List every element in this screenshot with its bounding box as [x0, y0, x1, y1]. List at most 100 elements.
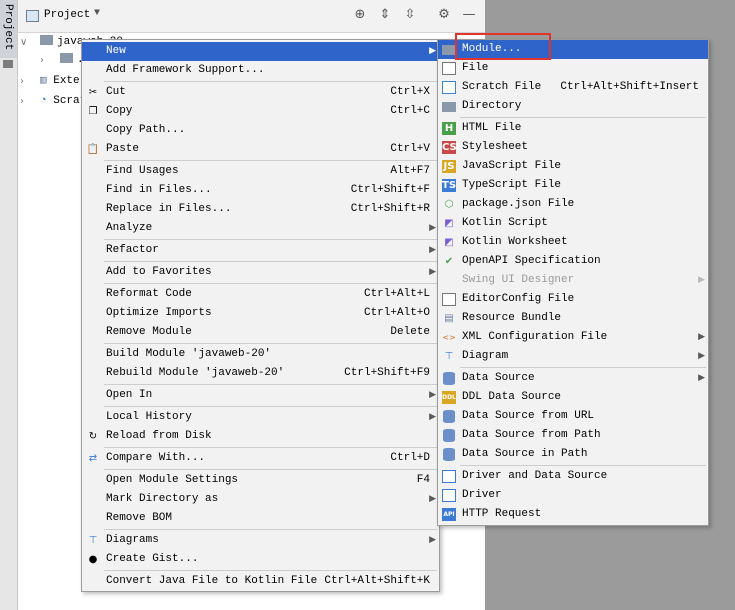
- submenu-item-data-source-from-url[interactable]: Data Source from URL: [438, 407, 708, 426]
- submenu-item-package-json[interactable]: ⬡ package.json File: [438, 195, 708, 214]
- menu-item-label: Remove Module: [106, 326, 192, 338]
- chevron-down-icon[interactable]: ∨: [20, 33, 27, 52]
- menu-item-label: Stylesheet: [462, 141, 529, 153]
- chevron-down-icon[interactable]: ▼: [94, 8, 100, 19]
- expand-all-icon[interactable]: ⇕: [377, 7, 393, 23]
- collapse-all-icon[interactable]: ⇳: [402, 7, 418, 23]
- locate-icon[interactable]: ⊕: [352, 7, 368, 23]
- submenu-item-stylesheet[interactable]: CSS Stylesheet: [438, 138, 708, 157]
- submenu-item-driver-and-data-source[interactable]: Driver and Data Source: [438, 467, 708, 486]
- menu-item-rebuild-module[interactable]: Rebuild Module 'javaweb-20' Ctrl+Shift+F9: [82, 364, 439, 383]
- stylesheet-icon: CSS: [442, 141, 464, 154]
- menu-item-refactor[interactable]: Refactor ▶: [82, 241, 439, 260]
- menu-item-compare-with[interactable]: ⇄ Compare With... Ctrl+D: [82, 449, 439, 468]
- gear-icon[interactable]: ⚙: [436, 7, 452, 23]
- folder-icon: [60, 53, 73, 63]
- submenu-item-kotlin-script[interactable]: ◩ Kotlin Script: [438, 214, 708, 233]
- submenu-item-data-source[interactable]: Data Source ▶: [438, 369, 708, 388]
- submenu-item-html-file[interactable]: H HTML File: [438, 119, 708, 138]
- menu-item-shortcut: Ctrl+Alt+Shift+K: [324, 575, 430, 587]
- project-tool-tab-label: Project: [2, 4, 14, 51]
- menu-item-paste[interactable]: 📋 Paste Ctrl+V: [82, 140, 439, 159]
- menu-separator: [104, 529, 437, 530]
- menu-item-diagrams[interactable]: ⊤ Diagrams ▶: [82, 531, 439, 550]
- menu-item-reformat-code[interactable]: Reformat Code Ctrl+Alt+L: [82, 285, 439, 304]
- submenu-item-http-request[interactable]: API HTTP Request: [438, 505, 708, 524]
- menu-item-shortcut: Ctrl+C: [390, 105, 430, 117]
- submenu-item-kotlin-worksheet[interactable]: ◩ Kotlin Worksheet: [438, 233, 708, 252]
- project-panel-title[interactable]: Project: [44, 9, 90, 21]
- chevron-right-icon[interactable]: ›: [20, 72, 24, 91]
- submenu-item-data-source-from-path[interactable]: Data Source from Path: [438, 426, 708, 445]
- nodejs-icon: ⬡: [444, 199, 454, 210]
- submenu-item-ddl-data-source[interactable]: DDL DDL Data Source: [438, 388, 708, 407]
- menu-item-cut[interactable]: ✂ Cut Ctrl+X: [82, 83, 439, 102]
- menu-item-new[interactable]: New ▶: [82, 42, 439, 61]
- project-panel-header: Project ▼ ⊕ ⇕ ⇳ ⚙ —: [18, 0, 485, 33]
- menu-item-create-gist[interactable]: ● Create Gist...: [82, 550, 439, 569]
- submenu-item-file[interactable]: File: [438, 59, 708, 78]
- menu-item-replace-in-files[interactable]: Replace in Files... Ctrl+Shift+R: [82, 200, 439, 219]
- menu-item-label: Replace in Files...: [106, 203, 232, 215]
- menu-item-remove-bom[interactable]: Remove BOM: [82, 509, 439, 528]
- project-tool-tab[interactable]: Project: [0, 0, 17, 58]
- menu-item-find-usages[interactable]: Find Usages Alt+F7: [82, 162, 439, 181]
- menu-item-label: Driver: [462, 489, 502, 501]
- menu-separator: [460, 367, 706, 368]
- menu-item-open-in[interactable]: Open In ▶: [82, 386, 439, 405]
- menu-item-label: Directory: [462, 100, 522, 112]
- submenu-arrow-icon: ▶: [429, 494, 436, 504]
- menu-item-label: Data Source from URL: [462, 410, 595, 422]
- submenu-arrow-icon: ▶: [698, 332, 705, 342]
- minimize-icon[interactable]: —: [461, 7, 477, 23]
- menu-separator: [460, 465, 706, 466]
- submenu-item-driver[interactable]: Driver: [438, 486, 708, 505]
- menu-item-convert-java-to-kotlin[interactable]: Convert Java File to Kotlin File Ctrl+Alt…: [82, 572, 439, 591]
- menu-item-open-module-settings[interactable]: Open Module Settings F4: [82, 471, 439, 490]
- project-view-icon: [26, 10, 39, 22]
- menu-item-label: Find in Files...: [106, 184, 212, 196]
- submenu-item-xml-config[interactable]: <> XML Configuration File ▶: [438, 328, 708, 347]
- submenu-arrow-icon: ▶: [698, 351, 705, 361]
- menu-item-build-module[interactable]: Build Module 'javaweb-20': [82, 345, 439, 364]
- menu-separator: [104, 447, 437, 448]
- menu-item-find-in-files[interactable]: Find in Files... Ctrl+Shift+F: [82, 181, 439, 200]
- menu-separator: [104, 384, 437, 385]
- chevron-right-icon[interactable]: ›: [40, 51, 44, 70]
- menu-item-remove-module[interactable]: Remove Module Delete: [82, 323, 439, 342]
- menu-item-copy-path[interactable]: Copy Path...: [82, 121, 439, 140]
- submenu-item-directory[interactable]: Directory: [438, 97, 708, 116]
- submenu-item-editorconfig[interactable]: EditorConfig File: [438, 290, 708, 309]
- menu-item-local-history[interactable]: Local History ▶: [82, 408, 439, 427]
- chevron-right-icon[interactable]: ›: [20, 92, 24, 111]
- menu-item-label: HTTP Request: [462, 508, 542, 520]
- menu-item-label: JavaScript File: [462, 160, 562, 172]
- menu-item-copy[interactable]: ❐ Copy Ctrl+C: [82, 102, 439, 121]
- menu-item-analyze[interactable]: Analyze ▶: [82, 219, 439, 238]
- data-source-url-icon: [443, 410, 455, 423]
- menu-item-label: Cut: [106, 86, 126, 98]
- menu-item-optimize-imports[interactable]: Optimize Imports Ctrl+Alt+O: [82, 304, 439, 323]
- menu-item-add-framework-support[interactable]: Add Framework Support...: [82, 61, 439, 80]
- submenu-item-typescript-file[interactable]: TS TypeScript File: [438, 176, 708, 195]
- menu-item-shortcut: Ctrl+D: [390, 452, 430, 464]
- submenu-item-diagram[interactable]: ⊤ Diagram ▶: [438, 347, 708, 366]
- submenu-item-resource-bundle[interactable]: ▤ Resource Bundle: [438, 309, 708, 328]
- submenu-item-scratch-file[interactable]: Scratch File Ctrl+Alt+Shift+Insert: [438, 78, 708, 97]
- submenu-item-javascript-file[interactable]: JS JavaScript File: [438, 157, 708, 176]
- submenu-arrow-icon: ▶: [698, 275, 705, 285]
- menu-item-mark-directory-as[interactable]: Mark Directory as ▶: [82, 490, 439, 509]
- kotlin-worksheet-icon: ◩: [444, 237, 454, 248]
- submenu-arrow-icon: ▶: [429, 46, 436, 56]
- menu-item-label: Paste: [106, 143, 140, 155]
- menu-item-reload-from-disk[interactable]: ↻ Reload from Disk: [82, 427, 439, 446]
- menu-item-shortcut: Delete: [390, 326, 430, 338]
- structure-icon[interactable]: [3, 60, 13, 68]
- scratch-file-icon: [442, 81, 456, 94]
- submenu-item-openapi[interactable]: ✔ OpenAPI Specification: [438, 252, 708, 271]
- menu-item-label: Remove BOM: [106, 512, 173, 524]
- copy-icon: ❐: [88, 106, 98, 117]
- submenu-item-data-source-in-path[interactable]: Data Source in Path: [438, 445, 708, 464]
- menu-item-label: package.json File: [462, 198, 575, 210]
- menu-item-add-to-favorites[interactable]: Add to Favorites ▶: [82, 263, 439, 282]
